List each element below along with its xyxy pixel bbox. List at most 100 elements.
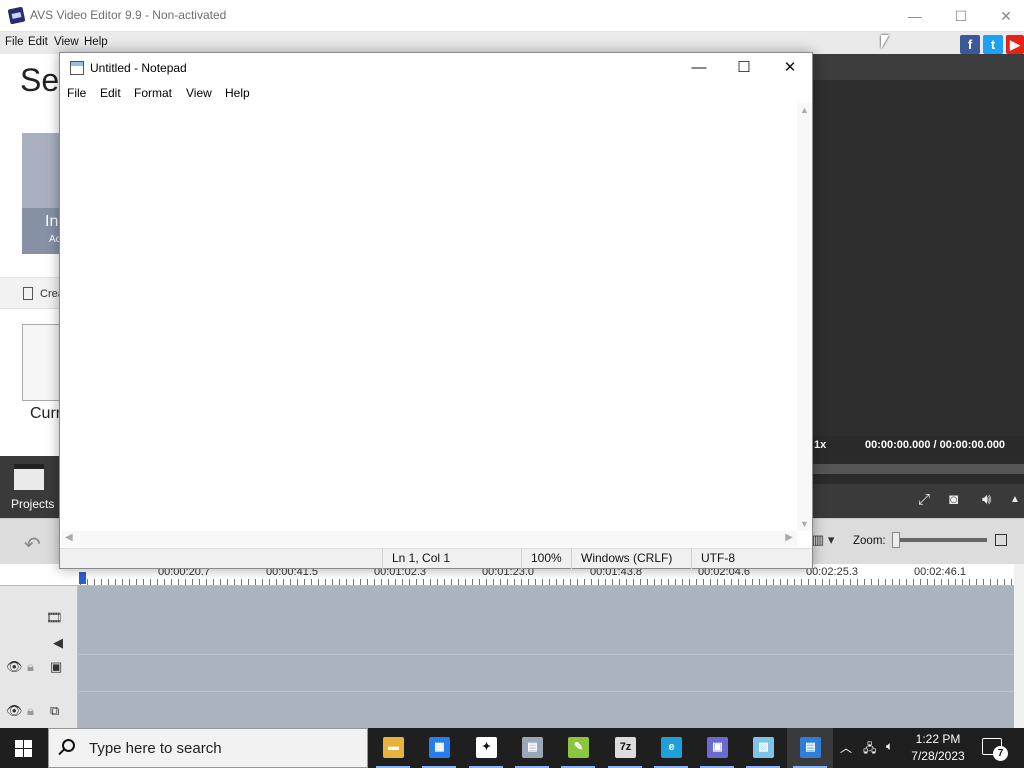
notepad-window-title: Untitled - Notepad bbox=[90, 61, 187, 75]
taskbar-clock[interactable]: 1:22 PM 7/28/2023 bbox=[902, 731, 974, 765]
status-encoding: UTF-8 bbox=[691, 549, 812, 569]
notepad-menu-bar: File Edit Format View Help bbox=[60, 83, 812, 103]
snapshot-icon[interactable]: ◙ bbox=[949, 491, 958, 508]
avs-projects-button[interactable]: Projects bbox=[0, 456, 60, 518]
avs-video-editor-icon: ▣ bbox=[707, 737, 728, 758]
scroll-down-icon[interactable]: ▼ bbox=[800, 519, 809, 529]
avs-preview-header bbox=[812, 54, 1024, 80]
status-line-ending: Windows (CRLF) bbox=[571, 549, 691, 569]
status-cursor-position: Ln 1, Col 1 bbox=[382, 549, 521, 569]
notepad-menu-edit[interactable]: Edit bbox=[100, 86, 121, 100]
file-explorer-icon: ▬ bbox=[383, 737, 404, 758]
start-button[interactable] bbox=[0, 728, 48, 768]
scroll-right-icon[interactable]: ▶ bbox=[785, 532, 793, 543]
avs-playhead[interactable] bbox=[79, 572, 86, 584]
notification-center-icon[interactable]: 7 bbox=[982, 738, 1008, 761]
avs-app-icon bbox=[7, 6, 26, 25]
avs-current-project-thumbnail[interactable] bbox=[22, 324, 62, 401]
clock-date: 7/28/2023 bbox=[911, 749, 965, 763]
volume-up-icon[interactable]: ▲ bbox=[1010, 494, 1020, 505]
game-app-icon: ✦ bbox=[476, 737, 497, 758]
taskbar-app-edge[interactable]: e bbox=[648, 728, 694, 768]
lock-icon[interactable]: 🔒︎ bbox=[27, 703, 34, 719]
avs-track-headers: 🎞︎ ◀︎ 👁︎ 🔒︎ ▣ 👁︎ 🔒︎ ⧉ bbox=[0, 586, 78, 728]
avs-seek-bar[interactable] bbox=[812, 456, 1024, 484]
scroll-left-icon[interactable]: ◀ bbox=[65, 532, 73, 543]
microsoft-store-icon: ▦ bbox=[429, 737, 450, 758]
taskbar-app-network-app[interactable]: ▤ bbox=[509, 728, 555, 768]
notepad-menu-view[interactable]: View bbox=[186, 86, 212, 100]
visibility-eye-icon[interactable]: 👁︎ bbox=[6, 703, 23, 719]
taskbar-app-file-explorer[interactable]: ▬ bbox=[370, 728, 416, 768]
avs-close-button[interactable]: ✕ bbox=[983, 0, 1024, 32]
show-hidden-icons-icon[interactable]: ︿ bbox=[840, 739, 852, 756]
taskbar-app-microsoft-store[interactable]: ▦ bbox=[416, 728, 462, 768]
avs-window-title: AVS Video Editor 9.9 - Non-activated bbox=[30, 8, 227, 22]
scroll-up-icon[interactable]: ▲ bbox=[800, 105, 809, 115]
storyboard-toggle-icon[interactable]: ▥ ▾ bbox=[812, 532, 834, 548]
twitter-icon[interactable]: t bbox=[983, 35, 1003, 54]
taskbar-search-placeholder: Type here to search bbox=[89, 740, 222, 757]
avs-maximize-button[interactable]: ☐ bbox=[938, 0, 984, 32]
taskbar-app-seven-zip[interactable]: 7z bbox=[602, 728, 648, 768]
notepad-text-area[interactable] bbox=[61, 103, 797, 531]
undo-icon[interactable]: ↶ bbox=[24, 532, 41, 557]
facebook-icon[interactable]: f bbox=[960, 35, 980, 54]
taskbar-app-game-app[interactable]: ✦ bbox=[463, 728, 509, 768]
notepad-horizontal-scrollbar[interactable]: ◀ ▶ bbox=[61, 531, 797, 547]
avs-menu-view[interactable]: View bbox=[54, 36, 79, 48]
taskbar-search-box[interactable]: Type here to search bbox=[48, 728, 368, 768]
taskbar-app-notepad-plus-plus[interactable]: ✎ bbox=[555, 728, 601, 768]
avs-preview-controls: ⤢ ◙ 🔊︎ ▲ bbox=[812, 484, 1024, 518]
notepad-menu-help[interactable]: Help bbox=[225, 86, 250, 100]
notepad-vertical-scrollbar[interactable]: ▲ ▼ bbox=[797, 103, 812, 531]
avs-menu-file[interactable]: File bbox=[5, 36, 24, 48]
avs-zoom-label: Zoom: bbox=[853, 535, 886, 547]
notepad-status-bar: Ln 1, Col 1 100% Windows (CRLF) UTF-8 bbox=[60, 548, 812, 569]
ruler-time: 00:02:46.1 bbox=[914, 566, 966, 578]
taskbar-app-wordpad[interactable]: ▧ bbox=[740, 728, 786, 768]
volume-icon[interactable]: 🔈︎ bbox=[886, 739, 893, 754]
youtube-icon[interactable]: ▶ bbox=[1006, 35, 1024, 54]
taskbar-app-notepad[interactable]: ▤ bbox=[787, 728, 833, 768]
mute-icon[interactable]: ◀︎ bbox=[53, 635, 63, 651]
avs-menu-help[interactable]: Help bbox=[84, 36, 108, 48]
volume-icon[interactable]: 🔊︎ bbox=[982, 491, 991, 508]
avs-menu-bar: File Edit View Help bbox=[0, 32, 1024, 54]
avs-timeline-scrollbar[interactable] bbox=[1014, 564, 1024, 728]
network-icon[interactable]: 🖧︎ bbox=[863, 739, 876, 760]
video-track-icon: 🎞︎ bbox=[46, 610, 63, 625]
avs-preview-area bbox=[812, 54, 1024, 436]
fullscreen-icon[interactable]: ⤢ bbox=[918, 491, 930, 508]
taskbar: Type here to search ▬ ▦ ✦ ▤ ✎ 7z e ▣ ▧ ▤ ︿ 🖧︎ 🔈︎ … bbox=[0, 728, 1024, 768]
notepad-menu-format[interactable]: Format bbox=[134, 86, 172, 100]
avs-import-tile[interactable]: In Ac bbox=[22, 133, 62, 254]
notepad-maximize-button[interactable]: ☐ bbox=[721, 53, 767, 83]
avs-speed-label[interactable]: 1x bbox=[814, 439, 826, 451]
notepad-app-icon bbox=[70, 61, 84, 75]
taskbar-app-avs-video-editor[interactable]: ▣ bbox=[694, 728, 740, 768]
ruler-time: 00:02:25.3 bbox=[806, 566, 858, 578]
notepad-menu-file[interactable]: File bbox=[67, 86, 86, 100]
avs-minimize-button[interactable]: — bbox=[892, 0, 938, 32]
mouse-cursor bbox=[881, 35, 889, 49]
fit-to-window-icon[interactable] bbox=[995, 534, 1007, 546]
avs-timeline-tracks[interactable] bbox=[78, 586, 1014, 728]
windows-logo-icon bbox=[15, 740, 23, 748]
visibility-eye-icon[interactable]: 👁︎ bbox=[6, 659, 23, 675]
wordpad-icon: ▧ bbox=[753, 737, 774, 758]
avs-timecode: 00:00:00.000 / 00:00:00.000 bbox=[865, 439, 1006, 451]
avs-create-project-row[interactable]: Crea bbox=[0, 277, 64, 309]
lock-icon[interactable]: 🔒︎ bbox=[27, 659, 34, 675]
edge-icon: e bbox=[661, 737, 682, 758]
notepad-minimize-button[interactable]: — bbox=[676, 53, 722, 83]
avs-title-bar: AVS Video Editor 9.9 - Non-activated — ☐… bbox=[0, 0, 1024, 32]
notepad-icon: ▤ bbox=[800, 737, 821, 758]
avs-zoom-slider[interactable] bbox=[895, 538, 987, 542]
notepad-title-bar[interactable]: Untitled - Notepad — ☐ ✕ bbox=[60, 53, 812, 83]
avs-menu-edit[interactable]: Edit bbox=[28, 36, 48, 48]
avs-zoom-slider-knob[interactable] bbox=[892, 532, 900, 548]
avs-projects-label: Projects bbox=[11, 497, 55, 511]
seven-zip-icon: 7z bbox=[615, 737, 636, 758]
notepad-close-button[interactable]: ✕ bbox=[767, 53, 813, 83]
